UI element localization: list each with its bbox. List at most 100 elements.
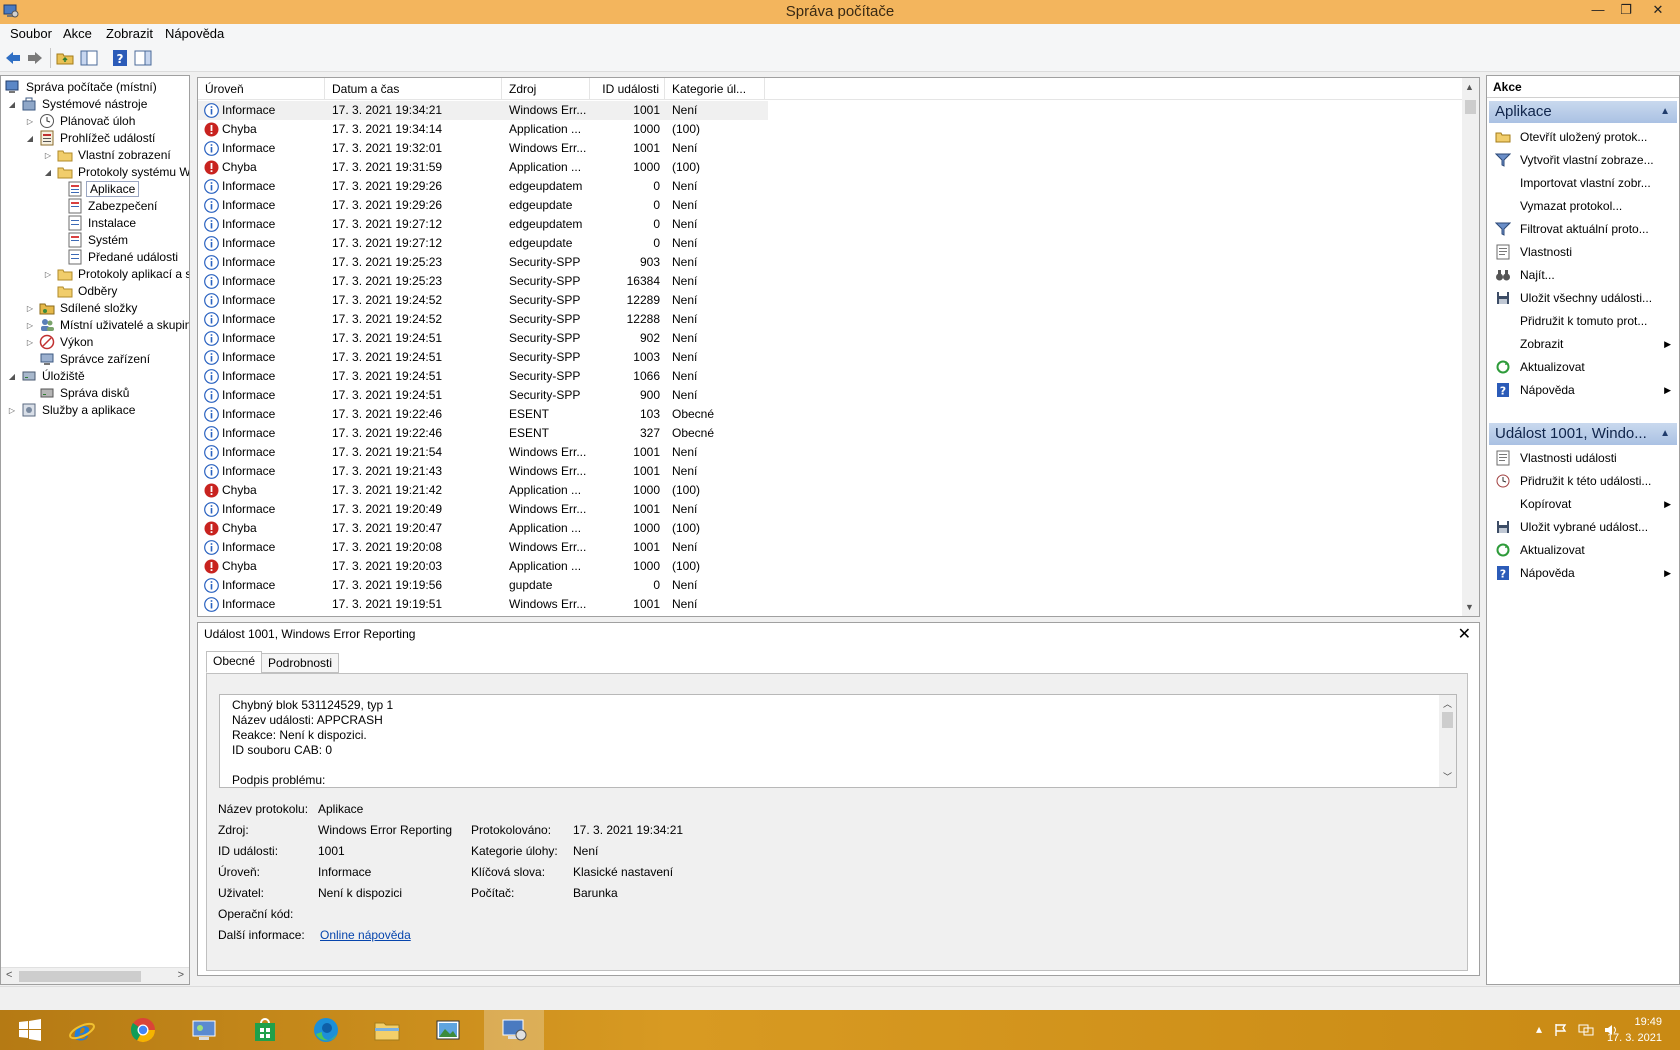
table-row[interactable]: Informace 17. 3. 2021 19:24:51 Security-SP… [198, 329, 768, 348]
collapse-icon[interactable]: ◢ [7, 372, 17, 381]
action-item[interactable]: Vlastnosti události [1487, 447, 1679, 469]
taskbar-photo-viewer[interactable] [418, 1010, 478, 1050]
action-item[interactable]: Importovat vlastní zobr... [1487, 172, 1679, 194]
tab-details[interactable]: Podrobnosti [261, 653, 340, 673]
tree-item-task-scheduler[interactable]: ▷ Plánovač úloh [25, 112, 137, 130]
tree-item-computer-management[interactable]: Správa počítače (místní) [5, 78, 159, 96]
taskbar-clock[interactable]: 19:49 17. 3. 2021 [1607, 1014, 1662, 1046]
taskbar-chrome[interactable] [113, 1010, 173, 1050]
taskbar-control-panel[interactable] [174, 1010, 234, 1050]
action-center-flag-icon[interactable] [1554, 1023, 1568, 1037]
column-header-datetime[interactable]: Datum a čas [325, 78, 502, 100]
taskbar-internet-explorer[interactable]: e [52, 1010, 112, 1050]
scroll-down-icon[interactable]: ▼ [1465, 602, 1474, 612]
actions-section-application[interactable]: Aplikace ▲ [1489, 101, 1677, 123]
table-row[interactable]: Informace 17. 3. 2021 19:34:21 Windows Err… [198, 101, 768, 120]
minimize-button[interactable]: — [1584, 0, 1612, 22]
action-item[interactable]: Najít... [1487, 264, 1679, 286]
table-row[interactable]: Informace 17. 3. 2021 19:24:52 Security-SP… [198, 291, 768, 310]
tree-item-subscriptions[interactable]: Odběry [57, 282, 119, 300]
event-description[interactable]: Chybný blok 531124529, typ 1 Název událo… [219, 694, 1457, 788]
action-item[interactable]: ? Nápověda ▶ [1487, 379, 1679, 401]
close-button[interactable]: ✕ [1644, 0, 1672, 22]
table-row[interactable]: Informace 17. 3. 2021 19:29:26 edgeupdatem… [198, 177, 768, 196]
table-row[interactable]: Informace 17. 3. 2021 19:25:23 Security-SP… [198, 272, 768, 291]
table-row[interactable]: Chyba 17. 3. 2021 19:34:14 Application ...… [198, 120, 768, 139]
tree-item-performance[interactable]: ▷ Výkon [25, 333, 95, 351]
up-folder-icon[interactable] [56, 49, 74, 67]
restore-button[interactable]: ❐ [1612, 0, 1640, 22]
tree-item-system-log[interactable]: Systém [67, 231, 130, 249]
back-icon[interactable] [4, 49, 22, 67]
table-row[interactable]: Informace 17. 3. 2021 19:22:46 ESENT 327 Obe… [198, 424, 768, 443]
menu-zobrazit[interactable]: Zobrazit [106, 26, 153, 41]
table-row[interactable]: Chyba 17. 3. 2021 19:20:47 Application ...… [198, 519, 768, 538]
scroll-up-icon[interactable]: ▲ [1465, 82, 1474, 92]
table-row[interactable]: Informace 17. 3. 2021 19:24:51 Security-SP… [198, 367, 768, 386]
table-row[interactable]: Informace 17. 3. 2021 19:24:51 Security-SP… [198, 348, 768, 367]
tree-item-application-log[interactable]: Aplikace [67, 180, 140, 198]
taskbar-computer-management[interactable] [484, 1010, 544, 1050]
expand-icon[interactable]: ▷ [43, 270, 53, 279]
close-icon[interactable]: ✕ [1458, 624, 1471, 644]
action-item[interactable]: Kopírovat ▶ [1487, 493, 1679, 515]
table-row[interactable]: Chyba 17. 3. 2021 19:21:42 Application ...… [198, 481, 768, 500]
table-row[interactable]: Informace 17. 3. 2021 19:24:52 Security-SP… [198, 310, 768, 329]
tree-item-system-tools[interactable]: ◢ Systémové nástroje [7, 95, 149, 113]
action-item[interactable]: Uložit všechny události... [1487, 287, 1679, 309]
table-row[interactable]: Informace 17. 3. 2021 19:21:54 Windows Err… [198, 443, 768, 462]
table-row[interactable]: Informace 17. 3. 2021 19:20:08 Windows Err… [198, 538, 768, 557]
tree-item-local-users[interactable]: ▷ Místní uživatelé a skupiny [25, 316, 189, 334]
tree-item-custom-views[interactable]: ▷ Vlastní zobrazení [43, 146, 173, 164]
table-row[interactable]: Chyba 17. 3. 2021 19:20:03 Application ...… [198, 557, 768, 576]
show-hide-tree-icon[interactable] [80, 49, 98, 67]
scroll-thumb[interactable] [19, 971, 141, 982]
scroll-left-icon[interactable]: < [6, 969, 12, 981]
column-header-event-id[interactable]: ID události [590, 78, 665, 100]
show-hidden-icons-icon[interactable]: ▴ [1536, 1022, 1542, 1036]
action-item[interactable]: ? Nápověda ▶ [1487, 562, 1679, 584]
tree-item-shared-folders[interactable]: ▷ Sdílené složky [25, 299, 139, 317]
tree-item-windows-logs[interactable]: ◢ Protokoly systému Windows [43, 163, 189, 181]
help-icon[interactable]: ? [111, 49, 129, 67]
expand-icon[interactable]: ▷ [7, 406, 17, 415]
show-hide-action-pane-icon[interactable] [134, 49, 152, 67]
tree-item-services-apps[interactable]: ▷ Služby a aplikace [7, 401, 137, 419]
action-item[interactable]: Vymazat protokol... [1487, 195, 1679, 217]
table-row[interactable]: Informace 17. 3. 2021 19:29:26 edgeupdate 0… [198, 196, 768, 215]
tree-item-forwarded-events[interactable]: Předané události [67, 248, 180, 266]
tree-item-device-manager[interactable]: Správce zařízení [39, 350, 152, 368]
tree-item-app-service-logs[interactable]: ▷ Protokoly aplikací a služeb [43, 265, 189, 283]
table-row[interactable]: Informace 17. 3. 2021 19:27:12 edgeupdatem… [198, 215, 768, 234]
taskbar-store[interactable] [235, 1010, 295, 1050]
tree-horizontal-scrollbar[interactable]: < > [1, 967, 189, 984]
start-button[interactable] [0, 1010, 60, 1050]
scroll-thumb[interactable] [1465, 100, 1476, 114]
table-row[interactable]: Informace 17. 3. 2021 19:22:46 ESENT 103 Obe… [198, 405, 768, 424]
expand-icon[interactable]: ▷ [25, 321, 35, 330]
tree-item-event-viewer[interactable]: ◢ Prohlížeč událostí [25, 129, 157, 147]
table-row[interactable]: Informace 17. 3. 2021 19:19:51 Windows Err… [198, 595, 768, 614]
tree-item-storage[interactable]: ◢ Úložiště [7, 367, 87, 385]
action-item[interactable]: Přidružit k tomuto prot... [1487, 310, 1679, 332]
table-row[interactable]: Informace 17. 3. 2021 19:32:01 Windows Err… [198, 139, 768, 158]
expand-icon[interactable]: ▷ [43, 151, 53, 160]
collapse-icon[interactable]: ◢ [43, 168, 53, 177]
table-row[interactable]: Informace 17. 3. 2021 19:19:56 gupdate 0 Nen… [198, 576, 768, 595]
scroll-thumb[interactable] [1442, 712, 1453, 728]
action-item[interactable]: Uložit vybrané událost... [1487, 516, 1679, 538]
expand-icon[interactable]: ▷ [25, 304, 35, 313]
tree-item-disk-management[interactable]: Správa disků [39, 384, 131, 402]
table-row[interactable]: Informace 17. 3. 2021 19:24:51 Security-SP… [198, 386, 768, 405]
tab-general[interactable]: Obecné [206, 651, 263, 673]
action-item[interactable]: Vytvořit vlastní zobraze... [1487, 149, 1679, 171]
menu-napoveda[interactable]: Nápověda [165, 26, 224, 41]
column-header-source[interactable]: Zdroj [502, 78, 590, 100]
menu-akce[interactable]: Akce [63, 26, 92, 41]
action-item[interactable]: Aktualizovat [1487, 539, 1679, 561]
network-icon[interactable] [1578, 1023, 1594, 1037]
column-header-level[interactable]: Úroveň [198, 78, 325, 100]
description-scrollbar[interactable]: ︿ ﹀ [1439, 695, 1456, 787]
column-header-task-category[interactable]: Kategorie úl... [665, 78, 765, 100]
action-item[interactable]: Otevřít uložený protok... [1487, 126, 1679, 148]
